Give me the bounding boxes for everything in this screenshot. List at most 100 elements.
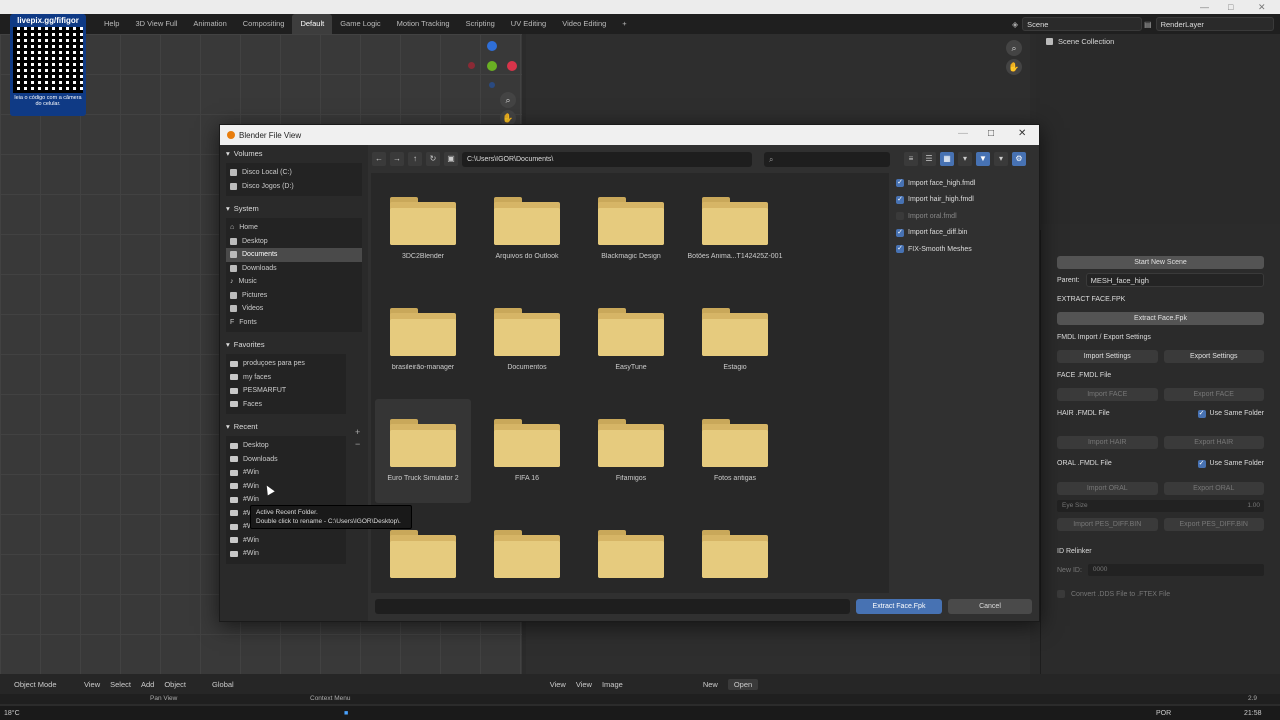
convert-dds-checkbox[interactable] <box>1057 590 1065 598</box>
folder-item[interactable]: Botões Anima...T142425Z-001 <box>687 177 783 281</box>
recent-item[interactable]: #Win <box>226 480 346 494</box>
image-menu-view[interactable]: View <box>550 680 566 689</box>
parent-dir-icon[interactable]: ↑ <box>408 152 422 166</box>
directory-path-input[interactable]: C:\Users\IGOR\Documents\ <box>462 151 752 167</box>
recent-item[interactable]: Downloads <box>226 453 346 467</box>
import-face-button[interactable]: Import FACE <box>1057 387 1158 401</box>
export-oral-button[interactable]: Export ORAL <box>1163 481 1264 495</box>
new-id-field[interactable]: 0000 <box>1087 564 1264 576</box>
checkbox-checked-icon[interactable]: ✓ <box>896 179 904 188</box>
maximize-icon[interactable]: □ <box>1228 2 1233 12</box>
recent-item[interactable]: #Win <box>226 466 346 480</box>
favorite-item[interactable]: produçoes para pes <box>226 357 346 371</box>
folder-item[interactable]: EasyTune <box>583 288 679 392</box>
tab-game-logic[interactable]: Game Logic <box>332 14 388 34</box>
system-header[interactable]: ▾ System <box>220 200 368 216</box>
folder-item[interactable]: Documentos <box>479 288 575 392</box>
eye-size-slider[interactable]: Eye Size 1.00 <box>1057 500 1264 512</box>
tab-default[interactable]: Default <box>292 14 333 34</box>
export-hair-button[interactable]: Export HAIR <box>1163 435 1264 449</box>
chevron-down-icon[interactable]: ▾ <box>994 152 1008 166</box>
close-icon[interactable]: ✕ <box>1258 2 1266 13</box>
favorite-item[interactable]: Faces <box>226 398 346 412</box>
filename-input[interactable] <box>375 599 850 614</box>
volumes-header[interactable]: ▾ Volumes <box>220 145 368 161</box>
extract-face-button[interactable]: Extract Face.Fpk <box>856 599 942 614</box>
menu-add[interactable]: Add <box>141 680 154 689</box>
system-desktop[interactable]: Desktop <box>226 235 362 249</box>
gizmo-z-icon[interactable] <box>487 41 497 51</box>
checkbox-checked-icon[interactable]: ✓ <box>896 228 904 237</box>
import-pes-diff-button[interactable]: Import PES_DIFF.BIN <box>1057 517 1158 531</box>
vertical-list-icon[interactable]: ≡ <box>904 152 918 166</box>
folder-item[interactable]: brasileirão-manager <box>375 288 471 392</box>
gear-icon[interactable]: ⚙ <box>1012 152 1026 166</box>
tab-uv-editing[interactable]: UV Editing <box>503 14 554 34</box>
add-workspace-button[interactable]: + <box>614 14 634 34</box>
tab-motion-tracking[interactable]: Motion Tracking <box>389 14 458 34</box>
folder-item[interactable]: Euro Truck Simulator 2 <box>375 399 471 503</box>
horizontal-list-icon[interactable]: ☰ <box>922 152 936 166</box>
favorite-item[interactable]: PESMARFUT <box>226 384 346 398</box>
folder-item[interactable]: Fifamigos <box>583 399 679 503</box>
hair-same-folder-checkbox[interactable]: ✓ Use Same Folder <box>1197 406 1264 422</box>
add-favorite-icon[interactable]: + <box>355 427 360 437</box>
gizmo-x-icon[interactable] <box>507 61 517 71</box>
menu-object[interactable]: Object <box>164 680 186 689</box>
checkbox-unchecked-icon[interactable] <box>896 212 904 221</box>
extract-face-panel-button[interactable]: Extract Face.Fpk <box>1057 311 1264 325</box>
new-folder-icon[interactable]: ▣ <box>444 152 458 166</box>
folder-item[interactable]: Arquivos do Outlook <box>479 177 575 281</box>
open-image-button[interactable]: Open <box>727 678 759 690</box>
oral-same-folder-checkbox[interactable]: ✓ Use Same Folder <box>1197 456 1264 472</box>
favorite-item[interactable]: my faces <box>226 371 346 385</box>
object-mode-dropdown[interactable]: Object Mode <box>14 680 74 689</box>
folder-item[interactable] <box>687 510 783 593</box>
tab-video-editing[interactable]: Video Editing <box>554 14 614 34</box>
zoom-icon[interactable]: ⌕ <box>500 92 516 108</box>
tab-animation[interactable]: Animation <box>185 14 234 34</box>
import-hair-button[interactable]: Import HAIR <box>1057 435 1158 449</box>
option-import-face-high[interactable]: ✓ Import face_high.fmdl <box>892 175 1039 192</box>
new-image-button[interactable]: New <box>703 680 718 689</box>
zoom-icon[interactable]: ⌕ <box>1006 40 1022 56</box>
system-home[interactable]: ⌂ Home <box>226 221 362 235</box>
menu-help[interactable]: Help <box>96 14 127 34</box>
filter-icon[interactable]: ▼ <box>976 152 990 166</box>
image-menu-view-2[interactable]: View <box>576 680 592 689</box>
recent-header[interactable]: ▾ Recent <box>220 418 368 434</box>
recent-item[interactable]: #Win <box>226 547 346 561</box>
dialog-minimize-icon[interactable]: — <box>958 128 968 139</box>
import-oral-button[interactable]: Import ORAL <box>1057 481 1158 495</box>
thumbnail-view-icon[interactable]: ▦ <box>940 152 954 166</box>
folder-item[interactable]: Fotos antigas <box>687 399 783 503</box>
filter-search-input[interactable]: ⌕ <box>764 151 890 167</box>
recent-item[interactable]: #Win <box>226 534 346 548</box>
tab-compositing[interactable]: Compositing <box>235 14 293 34</box>
transform-orientation-dropdown[interactable]: Global <box>212 680 234 689</box>
menu-select[interactable]: Select <box>110 680 131 689</box>
minimize-icon[interactable]: — <box>1200 2 1209 12</box>
render-layer-selector[interactable]: ▤ RenderLayer <box>1144 16 1274 32</box>
parent-field[interactable]: MESH_face_high <box>1085 273 1264 287</box>
checkbox-checked-icon[interactable]: ✓ <box>896 245 904 254</box>
system-downloads[interactable]: Downloads <box>226 262 362 276</box>
option-fix-smooth-meshes[interactable]: ✓ FIX-Smooth Meshes <box>892 241 1039 258</box>
start-new-scene-button[interactable]: Start New Scene <box>1057 255 1264 269</box>
chevron-down-icon[interactable]: ▾ <box>958 152 972 166</box>
folder-item[interactable]: Blackmagic Design <box>583 177 679 281</box>
system-music[interactable]: ♪ Music <box>226 275 362 289</box>
folder-item[interactable] <box>479 510 575 593</box>
menu-image[interactable]: Image <box>602 680 623 689</box>
scene-field[interactable]: Scene <box>1022 17 1142 31</box>
folder-item[interactable]: 3DC2Blender <box>375 177 471 281</box>
pan-hand-icon[interactable]: ✋ <box>1006 59 1022 75</box>
windows-start-icon[interactable]: ■ <box>344 710 348 717</box>
recent-item[interactable]: Desktop <box>226 439 346 453</box>
import-settings-dropdown[interactable]: Import Settings <box>1057 349 1158 363</box>
scene-selector[interactable]: ◈ Scene <box>1012 16 1142 32</box>
option-import-oral[interactable]: Import oral.fmdl <box>892 208 1039 225</box>
gizmo-neg-z-icon[interactable] <box>489 82 495 88</box>
export-face-button[interactable]: Export FACE <box>1163 387 1264 401</box>
refresh-icon[interactable]: ↻ <box>426 152 440 166</box>
